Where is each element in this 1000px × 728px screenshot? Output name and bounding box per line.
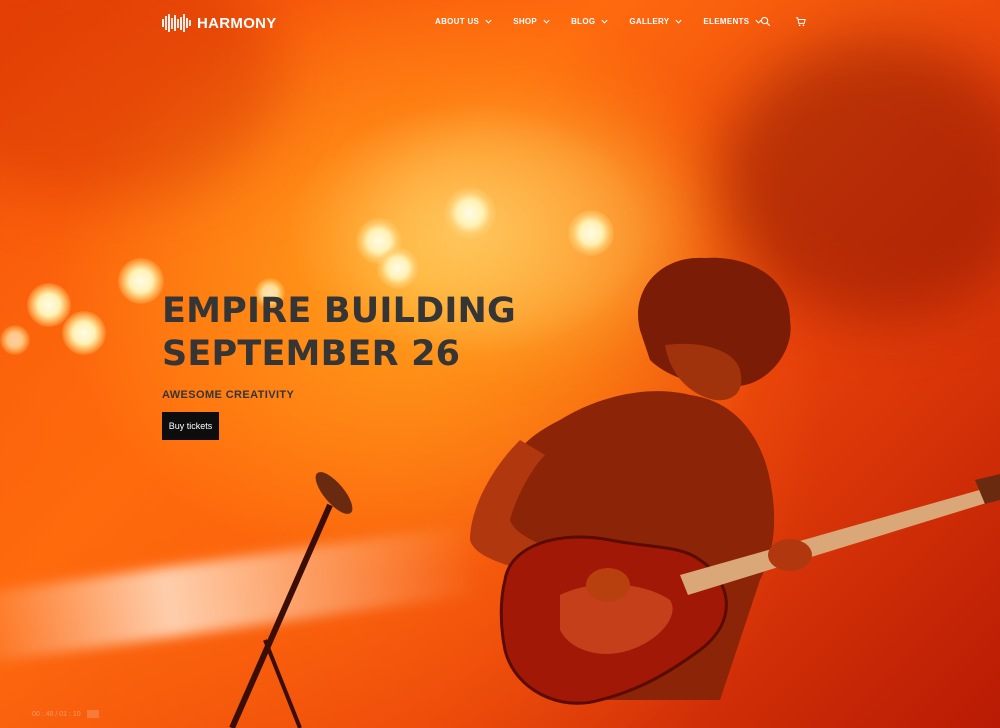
hero-title-line: SEPTEMBER 26 [162,334,461,374]
hero-title: EMPIRE BUILDING SEPTEMBER 26 [162,290,516,376]
buy-tickets-button[interactable]: Buy tickets [162,412,219,440]
nav-item-label: ABOUT US [435,17,480,26]
mic-stand [229,503,333,728]
nav-item-about-us[interactable]: ABOUT US [425,13,503,30]
brand-name: HARMONY [197,14,277,32]
search-icon[interactable] [760,16,771,27]
nav-item-label: ELEMENTS [703,17,750,26]
microphone [315,472,353,514]
guitarist-hand [586,568,630,602]
chevron-down-icon [675,19,682,24]
hero-content: EMPIRE BUILDING SEPTEMBER 26 AWESOME CRE… [162,290,516,440]
mic-stand-leg [263,639,302,728]
chevron-down-icon [485,19,492,24]
main-nav: ABOUT US SHOP BLOG GALLERY ELEMENTS [425,13,773,30]
brand-logo[interactable]: HARMONY [162,12,277,34]
fullscreen-icon[interactable] [86,710,99,718]
nav-item-label: BLOG [571,17,596,26]
chevron-down-icon [543,19,550,24]
site-header: HARMONY ABOUT US SHOP BLOG GALLERY ELEME… [0,0,1000,46]
nav-item-label: SHOP [513,17,538,26]
video-player-controls[interactable]: 00 : 48 / 01 : 10 [32,710,99,718]
nav-item-label: GALLERY [629,17,670,26]
nav-item-blog[interactable]: BLOG [561,13,619,30]
guitarist-hand [768,539,812,571]
video-time: 00 : 48 / 01 : 10 [32,710,81,718]
hero-title-line: EMPIRE BUILDING [162,291,516,331]
hero-subtitle: AWESOME CREATIVITY [162,389,295,401]
nav-item-gallery[interactable]: GALLERY [619,13,693,30]
nav-item-shop[interactable]: SHOP [503,13,561,30]
sound-wave-icon [162,14,191,32]
cart-icon[interactable] [795,16,806,27]
chevron-down-icon [601,19,608,24]
